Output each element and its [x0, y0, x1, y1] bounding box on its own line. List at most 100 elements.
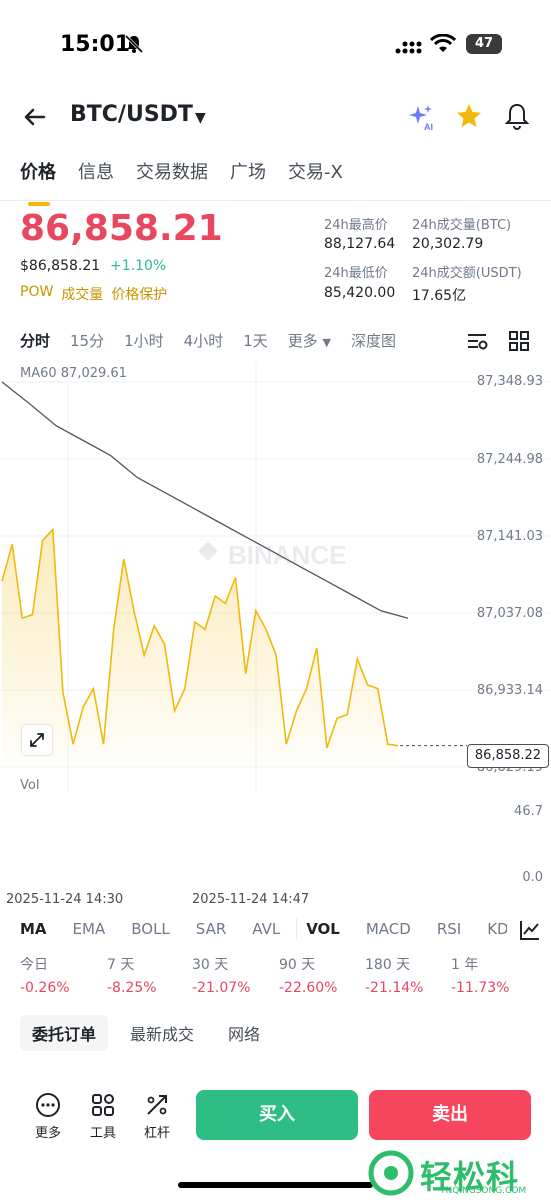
current-price-tag: 86,858.22: [467, 744, 549, 768]
interval-tabs: 分时 15分 1小时 4小时 1天 更多 ▼ 深度图: [20, 330, 416, 351]
indicator-ema[interactable]: EMA: [73, 920, 106, 938]
interval-line[interactable]: 分时: [20, 330, 50, 351]
indicator-sar[interactable]: SAR: [196, 920, 226, 938]
more-icon: [36, 1093, 60, 1117]
tag-row: POW 成交量 价格保护: [20, 284, 167, 304]
more-label: 更多: [34, 1126, 61, 1141]
ai-sparkle-icon[interactable]: AI: [406, 102, 436, 132]
buy-button[interactable]: 买入: [196, 1090, 358, 1140]
perf-value: -22.60%: [279, 980, 338, 996]
usd-price: $86,858.21: [20, 258, 101, 274]
price-chart[interactable]: BINANCE: [0, 362, 551, 792]
y-tick: 87,348.93: [476, 374, 543, 389]
order-tabs: 委托订单 最新成交 网络: [20, 1015, 272, 1051]
tag-volume[interactable]: 成交量: [61, 284, 103, 304]
perf-value: -21.14%: [365, 980, 424, 996]
last-price: 86,858.21: [20, 208, 223, 249]
more-button[interactable]: 更多: [28, 1092, 68, 1141]
divider: [296, 918, 297, 940]
interval-1h[interactable]: 1小时: [124, 330, 164, 351]
indicator-kdj[interactable]: KDJ: [487, 920, 507, 938]
tag-pow[interactable]: POW: [20, 284, 53, 304]
y-tick: 87,037.08: [476, 606, 543, 621]
tab-price[interactable]: 价格: [20, 158, 56, 206]
ma60-line: [1, 381, 409, 619]
indicator-tabs: MA EMA BOLL SAR AVL VOL MACD RSI KDJ: [20, 920, 533, 938]
indicator-boll[interactable]: BOLL: [131, 920, 170, 938]
indicator-kdj-label: KDJ: [487, 920, 508, 938]
perf-label: 90 天: [279, 957, 316, 973]
sell-button[interactable]: 卖出: [369, 1090, 531, 1140]
caret-down-icon: ▼: [322, 336, 332, 349]
tab-network[interactable]: 网络: [216, 1015, 272, 1051]
perf-value: -0.26%: [20, 980, 70, 996]
x-date-label: 2025-11-24 14:47: [192, 892, 310, 907]
perf-label: 7 天: [107, 957, 135, 973]
site-watermark-sub: YNQINGSONG.COM: [440, 1186, 527, 1196]
expand-button[interactable]: [22, 725, 52, 755]
tab-info[interactable]: 信息: [78, 158, 114, 194]
divider: [0, 200, 551, 201]
tab-trading-data[interactable]: 交易数据: [136, 158, 208, 194]
vol-usdt-label: 24h成交额(USDT): [412, 266, 522, 281]
battery-indicator: 47: [466, 34, 502, 54]
back-button[interactable]: [18, 100, 52, 134]
high-value: 88,127.64: [324, 236, 396, 252]
interval-more-label: 更多: [287, 332, 318, 350]
bell-off-icon: [124, 34, 144, 54]
perf-value: -11.73%: [451, 980, 510, 996]
expand-icon: [30, 733, 44, 747]
tab-open-orders[interactable]: 委托订单: [20, 1015, 109, 1051]
chart-settings-icon[interactable]: [466, 330, 488, 352]
bell-icon[interactable]: [502, 101, 532, 131]
indicator-ma[interactable]: MA: [20, 920, 47, 938]
leverage-button[interactable]: 杠杆: [137, 1092, 177, 1141]
layout-grid-icon[interactable]: [508, 330, 530, 352]
wifi-icon: [430, 34, 456, 52]
y-tick: 87,141.03: [476, 529, 543, 544]
low-label: 24h最低价: [324, 266, 388, 281]
indicator-vol[interactable]: VOL: [306, 920, 340, 938]
perf-30d: 30 天 -21.07%: [192, 954, 250, 996]
interval-15m[interactable]: 15分: [70, 330, 104, 351]
perf-value: -21.07%: [192, 980, 251, 996]
perf-90d: 90 天 -22.60%: [279, 954, 337, 996]
perf-label: 今日: [20, 957, 48, 973]
vol-usdt-value: 17.65亿: [412, 288, 467, 304]
tools-icon: [92, 1094, 114, 1116]
vol-y-tick: 0.0: [522, 870, 543, 885]
chevron-down-icon[interactable]: ▼: [195, 110, 206, 126]
depth-chart-tab[interactable]: 深度图: [351, 330, 396, 351]
binance-watermark: BINANCE: [198, 540, 346, 570]
high-label: 24h最高价: [324, 218, 388, 233]
interval-1d[interactable]: 1天: [243, 330, 268, 351]
perf-label: 1 年: [451, 957, 479, 973]
indicator-avl[interactable]: AVL: [252, 920, 280, 938]
tab-trade-x[interactable]: 交易-X: [288, 158, 343, 194]
tab-square[interactable]: 广场: [230, 158, 266, 194]
indicator-macd[interactable]: MACD: [366, 920, 411, 938]
pair-selector[interactable]: BTC/USDT: [70, 102, 193, 127]
perf-label: 180 天: [365, 957, 411, 973]
tab-recent-trades[interactable]: 最新成交: [118, 1015, 206, 1051]
star-icon[interactable]: [454, 101, 484, 131]
vol-btc-label: 24h成交量(BTC): [412, 218, 512, 233]
leverage-label: 杠杆: [143, 1126, 170, 1141]
vol-btc-value: 20,302.79: [412, 236, 484, 252]
perf-label: 30 天: [192, 957, 229, 973]
home-indicator: [178, 1182, 373, 1188]
indicator-settings-icon[interactable]: [518, 918, 542, 942]
tools-button[interactable]: 工具: [83, 1092, 123, 1141]
volume-label: Vol: [20, 778, 40, 793]
main-tabs: 价格 信息 交易数据 广场 交易-X: [20, 158, 343, 206]
interval-4h[interactable]: 4小时: [184, 330, 224, 351]
tools-label: 工具: [89, 1126, 116, 1141]
interval-more[interactable]: 更多 ▼: [288, 330, 331, 351]
y-tick: 86,933.14: [476, 683, 543, 698]
tag-price-protection[interactable]: 价格保护: [111, 284, 167, 304]
indicator-rsi[interactable]: RSI: [437, 920, 461, 938]
y-tick: 87,244.98: [476, 452, 543, 467]
perf-value: -8.25%: [107, 980, 157, 996]
vol-y-tick: 46.7: [514, 804, 543, 819]
perf-1y: 1 年 -11.73%: [451, 954, 509, 996]
